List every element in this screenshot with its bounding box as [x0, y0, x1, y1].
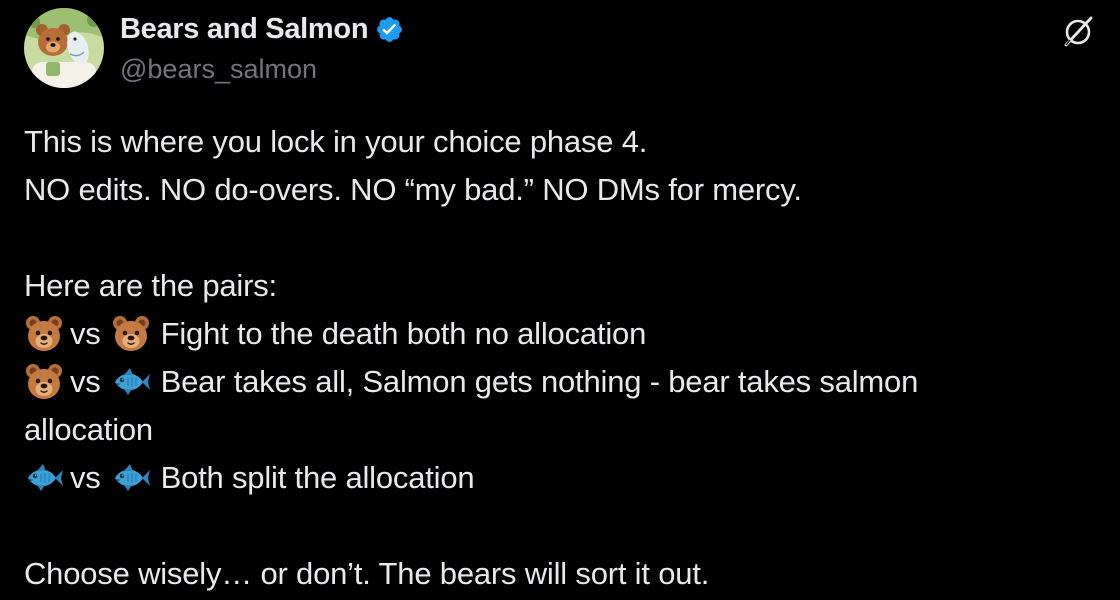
author-info: Bears and Salmon @bears_salmon: [120, 13, 404, 85]
author-handle[interactable]: @bears_salmon: [120, 54, 404, 85]
pair-outcome: Both split the allocation: [160, 460, 475, 495]
bear-face-icon: [24, 362, 64, 402]
tweet-line: NO edits. NO do-overs. NO “my bad.” NO D…: [24, 172, 802, 207]
vs-label: vs: [70, 364, 101, 399]
vs-label: vs: [70, 460, 101, 495]
author-name-row: Bears and Salmon: [120, 13, 404, 46]
bear-face-icon: [111, 314, 151, 354]
tweet-header: Bears and Salmon @bears_salmon: [24, 8, 1100, 92]
pair-line: vs Fight to the death both no allocation: [24, 310, 1100, 358]
grok-icon[interactable]: [1062, 14, 1096, 48]
verified-badge-icon[interactable]: [375, 15, 404, 44]
tweet-line: This is where you lock in your choice ph…: [24, 124, 648, 159]
pair-outcome-continued: allocation: [24, 412, 153, 447]
tweet-line: Choose wisely… or don’t. The bears will …: [24, 556, 710, 591]
avatar[interactable]: [24, 8, 104, 88]
bear-face-icon: [24, 314, 64, 354]
tweet-line: Here are the pairs:: [24, 268, 277, 303]
tweet-text: This is where you lock in your choice ph…: [24, 118, 1100, 598]
fish-icon: [111, 458, 151, 498]
author-display-name[interactable]: Bears and Salmon: [120, 13, 369, 46]
vs-label: vs: [70, 316, 101, 351]
fish-icon: [24, 458, 64, 498]
pair-line: vs Bear takes all, Salmon gets nothing -…: [24, 358, 1100, 406]
bear-and-salmon-avatar-icon: [24, 8, 104, 88]
pair-outcome: Bear takes all, Salmon gets nothing - be…: [160, 364, 919, 399]
fish-icon: [111, 362, 151, 402]
pair-line: vs Both split the allocation: [24, 454, 1100, 502]
pair-outcome: Fight to the death both no allocation: [160, 316, 647, 351]
